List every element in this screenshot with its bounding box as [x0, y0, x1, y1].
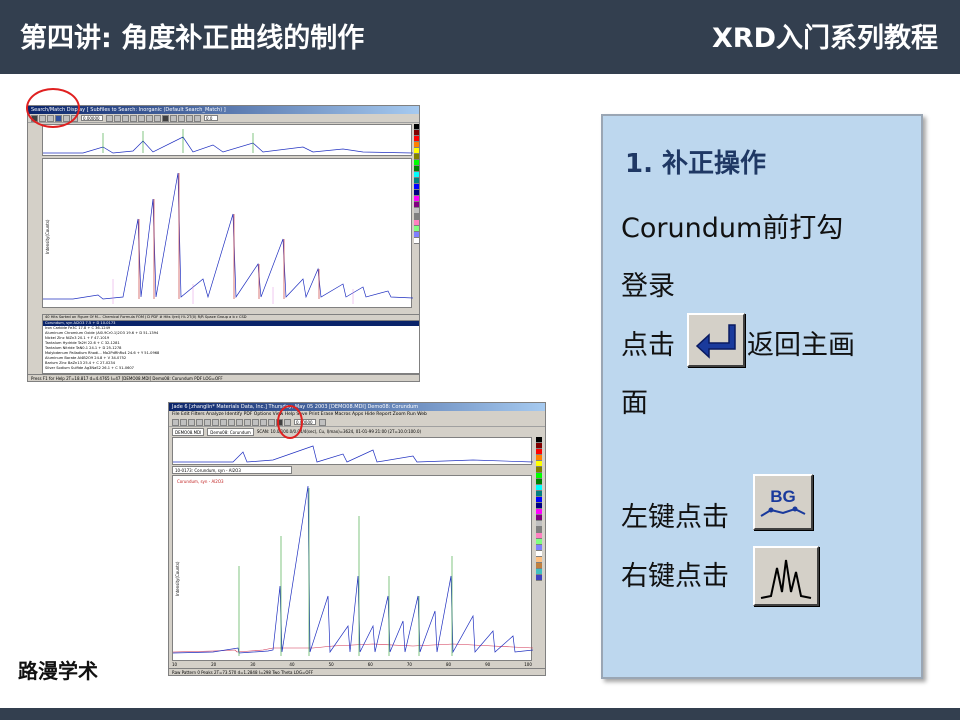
jade-diffraction-pattern: Corundum, syn - Al2O3 Intensity(Counts) — [172, 479, 534, 656]
search-match-titlebar: Search/Match Display [ Subfiles to Searc… — [28, 106, 419, 114]
toolbar-button[interactable] — [204, 418, 211, 426]
jade-color-palette[interactable] — [536, 437, 542, 661]
series-title: XRD入门系列教程 — [711, 23, 938, 54]
jade-diffraction-plot: Corundum, syn - Al2O3 Intensity(Counts) — [172, 475, 534, 661]
jade-statusbar: Raw Pattern 0 Peaks 2T=73.570 d=1.2848 I… — [169, 668, 545, 675]
footer-bar — [0, 708, 960, 720]
brand-name: 路漫学术 — [18, 659, 98, 683]
instruction-line: 左键点击 — [621, 502, 729, 533]
pdf-overlay-row: 10-0173: Corundum, syn - Al2O3 — [172, 466, 532, 474]
toolbar-button[interactable] — [162, 114, 169, 122]
jade-main-window: Jade 6 [zhanglin* Materials Data, Inc.] … — [168, 402, 546, 676]
pdf-overlay-field[interactable]: 10-0173: Corundum, syn - Al2O3 — [172, 466, 292, 474]
search-match-statusbar: Press F1 for Help 2T=18.817 d=4.4765 I=4… — [28, 374, 419, 381]
toolbar-button[interactable] — [252, 418, 259, 426]
toolbar-button[interactable] — [154, 114, 161, 122]
instruction-line: 点击 — [621, 330, 675, 361]
file-title-field[interactable]: Demo08: Corundum — [207, 428, 254, 436]
search-results-table: 40 Hits Sorted on Figure Of M... Chemica… — [42, 314, 419, 374]
toolbar-field[interactable]: 0.00000 — [81, 115, 103, 121]
y-axis-label: Intensity(Counts) — [45, 219, 50, 254]
bg-icon: BG — [753, 474, 813, 530]
overview-plot — [42, 124, 414, 156]
toolbar-button[interactable] — [194, 114, 201, 122]
toolbar-button[interactable] — [244, 418, 251, 426]
jade-overview-trace — [173, 445, 534, 463]
toolbar-button[interactable] — [172, 418, 179, 426]
color-palette[interactable] — [414, 124, 419, 308]
overview-trace — [43, 129, 414, 154]
diffraction-pattern: Intensity(Counts) — [43, 172, 414, 304]
toolbar-button[interactable] — [236, 418, 243, 426]
search-match-window: Search/Match Display [ Subfiles to Searc… — [27, 105, 420, 382]
toolbar-button[interactable] — [268, 418, 275, 426]
instruction-line: 右键点击 — [621, 561, 729, 592]
toolbar-button[interactable] — [319, 418, 326, 426]
toolbar-button[interactable] — [146, 114, 153, 122]
highlight-circle — [26, 88, 80, 128]
search-match-toolbar: 0.00000 0.0 — [28, 114, 419, 123]
file-selector[interactable]: DEMO08.MDI — [172, 428, 205, 436]
toolbar-button[interactable] — [178, 114, 185, 122]
jade-titlebar: Jade 6 [zhanglin* Materials Data, Inc.] … — [169, 403, 545, 411]
peak-search-icon — [753, 546, 819, 606]
jade-overview-plot — [172, 437, 534, 465]
slide-title: 第四讲: 角度补正曲线的制作 — [20, 23, 365, 54]
toolbar-button[interactable] — [114, 114, 121, 122]
diffraction-plot: Intensity(Counts) — [42, 158, 414, 308]
enter-return-icon — [687, 313, 745, 367]
toolbar-button[interactable] — [122, 114, 129, 122]
jade-toolbar: 0.00000 — [169, 418, 545, 427]
bg-icon-label: BG — [770, 487, 796, 506]
table-row[interactable]: Silver Sodium Sulfide Ag3NaS2 26.1 + C 5… — [43, 366, 419, 371]
toolbar-button[interactable] — [106, 114, 113, 122]
toolbar-button[interactable] — [188, 418, 195, 426]
toolbar-button[interactable] — [130, 114, 137, 122]
slide-header: 第四讲: 角度补正曲线的制作 XRD入门系列教程 — [0, 0, 960, 74]
toolbar-button[interactable] — [180, 418, 187, 426]
instruction-panel: 1. 补正操作 Corundum前打勾 登录 点击 返回主画 面 左键点击 BG… — [601, 114, 923, 679]
highlight-circle — [277, 405, 303, 439]
toolbar-button[interactable] — [260, 418, 267, 426]
toolbar-button[interactable] — [196, 418, 203, 426]
toolbar-button[interactable] — [138, 114, 145, 122]
toolbar-field[interactable]: 0.0 — [204, 115, 218, 121]
panel-heading: 1. 补正操作 — [625, 149, 767, 179]
instruction-line: Corundum前打勾 — [621, 213, 844, 244]
instruction-line: 返回主画 — [747, 330, 855, 361]
toolbar-button[interactable] — [170, 114, 177, 122]
pattern-legend: Corundum, syn - Al2O3 — [177, 479, 224, 484]
toolbar-button[interactable] — [212, 418, 219, 426]
instruction-line: 面 — [621, 388, 648, 419]
toolbar-button[interactable] — [228, 418, 235, 426]
jade-y-axis-label: Intensity(Counts) — [175, 561, 180, 596]
toolbar-button[interactable] — [220, 418, 227, 426]
toolbar-button[interactable] — [186, 114, 193, 122]
jade-menubar: File Edit Filters Analyze Identify PDF O… — [169, 411, 545, 418]
instruction-line: 登录 — [621, 271, 675, 302]
